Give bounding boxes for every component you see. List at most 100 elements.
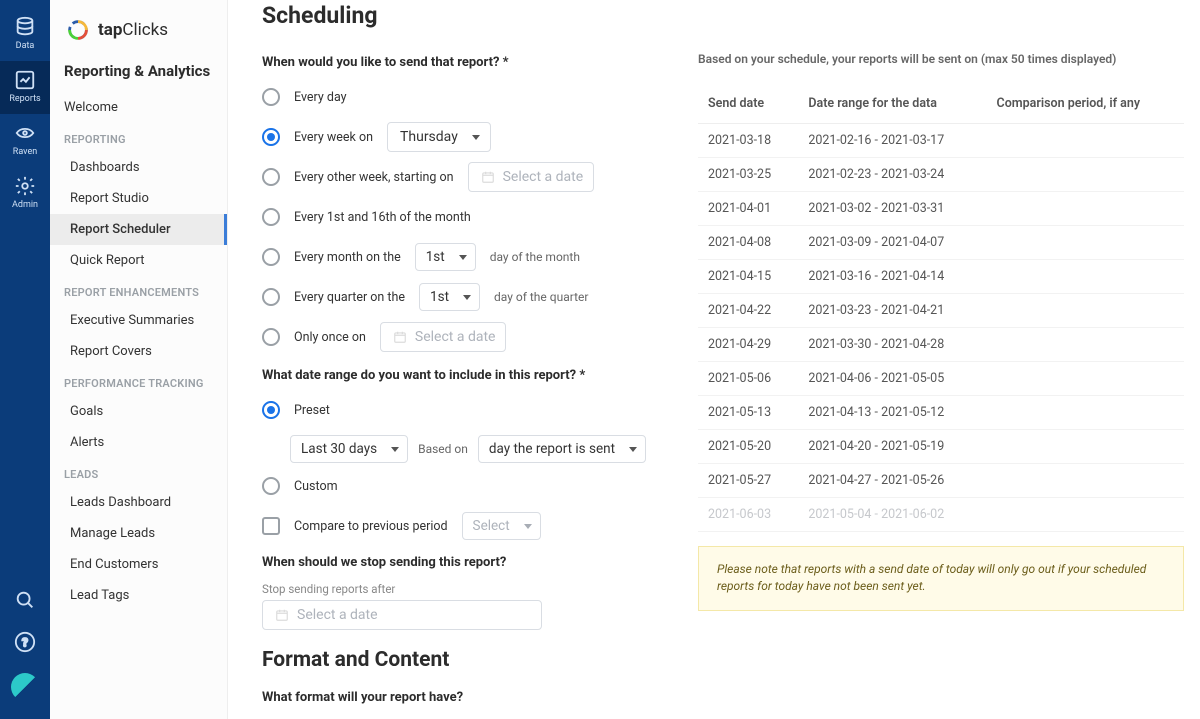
radio-every-month[interactable] xyxy=(262,248,280,266)
nav-item-executive-summaries[interactable]: Executive Summaries xyxy=(50,305,227,336)
search-button[interactable] xyxy=(14,589,36,611)
cell-date-range: 2021-04-06 - 2021-05-05 xyxy=(798,362,986,396)
radio-every-day[interactable] xyxy=(262,88,280,106)
nav-item-report-covers[interactable]: Report Covers xyxy=(50,336,227,367)
select-quarter-day[interactable]: 1st xyxy=(419,283,480,311)
question-stop: When should we stop sending this report? xyxy=(262,555,666,570)
input-stop-date[interactable]: Select a date xyxy=(262,600,542,630)
nav-group-label: LEADS xyxy=(50,458,227,487)
radio-only-once[interactable] xyxy=(262,328,280,346)
help-button[interactable]: ? xyxy=(14,631,36,653)
question-format: What format will your report have? xyxy=(262,690,666,705)
gear-icon xyxy=(14,175,36,197)
rail-label: Reports xyxy=(9,94,40,104)
cell-date-range: 2021-03-02 - 2021-03-31 xyxy=(798,192,986,226)
cell-comparison xyxy=(987,362,1184,396)
cell-date-range: 2021-04-20 - 2021-05-19 xyxy=(798,430,986,464)
label-every-week: Every week on xyxy=(294,130,373,145)
rail-data[interactable]: Data xyxy=(0,8,50,61)
col-date-range: Date range for the data xyxy=(798,84,986,124)
cell-send-date: 2021-05-13 xyxy=(698,396,798,430)
select-weekday[interactable]: Thursday xyxy=(387,122,491,152)
label-every-other-week: Every other week, starting on xyxy=(294,170,454,185)
rail-admin[interactable]: Admin xyxy=(0,167,50,220)
label-1st-16th: Every 1st and 16th of the month xyxy=(294,210,471,225)
nav-item-end-customers[interactable]: End Customers xyxy=(50,549,227,580)
brand-logo[interactable]: tapClicks xyxy=(50,0,227,54)
select-based-on[interactable]: day the report is sent xyxy=(478,435,646,463)
avatar[interactable] xyxy=(11,673,39,701)
table-row: 2021-05-272021-04-27 - 2021-05-26 xyxy=(698,464,1184,498)
main-content: Scheduling When would you like to send t… xyxy=(228,0,1200,719)
chart-icon xyxy=(14,69,36,91)
radio-1st-16th[interactable] xyxy=(262,208,280,226)
nav-welcome[interactable]: Welcome xyxy=(50,92,227,123)
placeholder-text: Select a date xyxy=(415,329,496,345)
nav-item-leads-dashboard[interactable]: Leads Dashboard xyxy=(50,487,227,518)
schedule-note: Please note that reports with a send dat… xyxy=(698,546,1184,611)
radio-preset[interactable] xyxy=(262,401,280,419)
cell-send-date: 2021-04-08 xyxy=(698,226,798,260)
cell-send-date: 2021-05-20 xyxy=(698,430,798,464)
input-other-week-date[interactable]: Select a date xyxy=(468,162,595,192)
cell-comparison xyxy=(987,396,1184,430)
nav-item-alerts[interactable]: Alerts xyxy=(50,427,227,458)
cell-send-date: 2021-04-01 xyxy=(698,192,798,226)
help-icon: ? xyxy=(14,631,36,653)
nav-item-quick-report[interactable]: Quick Report xyxy=(50,245,227,276)
select-based-on-value: day the report is sent xyxy=(489,441,615,457)
radio-every-other-week[interactable] xyxy=(262,168,280,186)
select-compare[interactable]: Select xyxy=(462,512,541,540)
radio-every-quarter[interactable] xyxy=(262,288,280,306)
col-send-date: Send date xyxy=(698,84,798,124)
select-preset-range[interactable]: Last 30 days xyxy=(290,435,408,463)
cell-send-date: 2021-04-15 xyxy=(698,260,798,294)
rail-reports[interactable]: Reports xyxy=(0,61,50,114)
rail-raven[interactable]: Raven xyxy=(0,114,50,167)
nav-item-goals[interactable]: Goals xyxy=(50,396,227,427)
cell-send-date: 2021-04-22 xyxy=(698,294,798,328)
svg-text:?: ? xyxy=(22,636,28,650)
cell-send-date: 2021-06-03 xyxy=(698,498,798,532)
select-compare-value: Select xyxy=(473,518,510,534)
nav-item-report-scheduler[interactable]: Report Scheduler xyxy=(50,214,227,245)
table-row: 2021-04-152021-03-16 - 2021-04-14 xyxy=(698,260,1184,294)
nav-group-label: REPORT ENHANCEMENTS xyxy=(50,276,227,305)
cell-comparison xyxy=(987,464,1184,498)
database-icon xyxy=(14,16,36,38)
schedule-hint: Based on your schedule, your reports wil… xyxy=(698,52,1184,66)
cell-date-range: 2021-03-30 - 2021-04-28 xyxy=(798,328,986,362)
rail-label: Data xyxy=(16,41,35,51)
radio-every-week[interactable] xyxy=(262,128,280,146)
cell-comparison xyxy=(987,294,1184,328)
page-title: Scheduling xyxy=(262,2,666,29)
nav-group-label: PERFORMANCE TRACKING xyxy=(50,367,227,396)
cell-date-range: 2021-02-16 - 2021-03-17 xyxy=(798,124,986,158)
label-every-day: Every day xyxy=(294,90,347,105)
table-row: 2021-05-132021-04-13 - 2021-05-12 xyxy=(698,396,1184,430)
nav-item-report-studio[interactable]: Report Studio xyxy=(50,183,227,214)
nav-item-lead-tags[interactable]: Lead Tags xyxy=(50,580,227,611)
label-every-quarter: Every quarter on the xyxy=(294,290,405,305)
cell-comparison xyxy=(987,430,1184,464)
stop-field-label: Stop sending reports after xyxy=(262,582,666,596)
calendar-icon xyxy=(275,608,289,622)
label-only-once: Only once on xyxy=(294,330,366,345)
nav-item-manage-leads[interactable]: Manage Leads xyxy=(50,518,227,549)
sidebar: tapClicks Reporting & Analytics Welcome … xyxy=(50,0,228,719)
cell-send-date: 2021-03-25 xyxy=(698,158,798,192)
nav-item-dashboards[interactable]: Dashboards xyxy=(50,152,227,183)
search-icon xyxy=(14,589,36,611)
month-suffix: day of the month xyxy=(490,250,580,264)
cell-date-range: 2021-04-27 - 2021-05-26 xyxy=(798,464,986,498)
input-once-date[interactable]: Select a date xyxy=(380,322,507,352)
table-row: 2021-06-032021-05-04 - 2021-06-02 xyxy=(698,498,1184,532)
radio-custom[interactable] xyxy=(262,477,280,495)
cell-date-range: 2021-03-09 - 2021-04-07 xyxy=(798,226,986,260)
table-row: 2021-04-292021-03-30 - 2021-04-28 xyxy=(698,328,1184,362)
label-every-month: Every month on the xyxy=(294,250,401,265)
cell-comparison xyxy=(987,260,1184,294)
label-custom: Custom xyxy=(294,479,338,494)
select-month-day[interactable]: 1st xyxy=(415,243,476,271)
checkbox-compare[interactable] xyxy=(262,517,280,535)
